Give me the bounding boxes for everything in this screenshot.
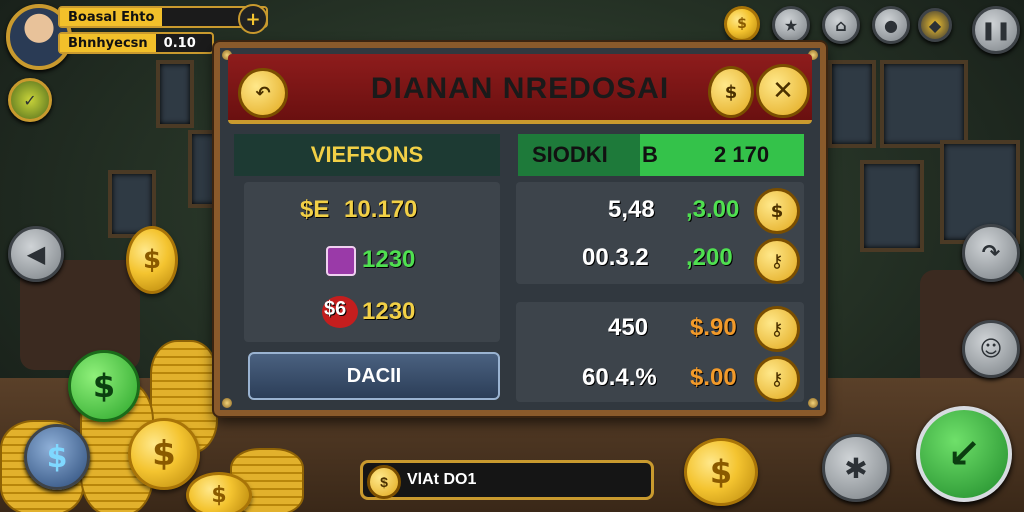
key-icon[interactable]: ⚷ — [754, 356, 800, 402]
pause-icon[interactable]: ❚❚ — [972, 6, 1020, 54]
dollar-button[interactable]: $ — [24, 424, 90, 490]
tab-right-value: 2 170 — [714, 142, 770, 167]
bottom-bar[interactable]: $ VlAt DO1 — [360, 460, 654, 500]
row-right-value: ,200 — [686, 244, 733, 271]
tab-right-label: SIODKI — [532, 142, 608, 167]
coin-icon[interactable]: $ — [754, 188, 800, 234]
stat-value: 1230 — [362, 246, 416, 273]
balance-bar: Bhnhyecsn 0.10 — [58, 32, 214, 54]
stat-label: $6 — [324, 298, 347, 320]
coin-icon[interactable]: $ — [724, 6, 760, 42]
right-stats-bottom: 450 $.90 ⚷ 60.4.% $.00 ⚷ — [516, 302, 804, 402]
row-left-value: 5,48 — [608, 196, 655, 223]
coin-icon: $ — [128, 418, 200, 490]
badge-icon[interactable]: ★ — [772, 6, 810, 44]
row-right-value: $.00 — [690, 364, 737, 391]
confirm-button[interactable]: ↙ — [916, 406, 1012, 502]
row-right-value: ,3.00 — [686, 196, 740, 223]
wall-poster — [828, 60, 876, 148]
stat-value: 10.170 — [344, 196, 418, 223]
wall-poster — [860, 160, 924, 252]
wall-poster — [880, 60, 968, 148]
curve-arrow-button[interactable]: ↷ — [962, 224, 1020, 282]
balance-value: 0.10 — [163, 35, 196, 51]
card-icon — [326, 246, 356, 276]
rivet — [808, 398, 818, 408]
rivet — [222, 398, 232, 408]
left-arrow-button[interactable]: ◀ — [8, 226, 64, 282]
badge-icon[interactable]: ✓ — [8, 78, 52, 122]
wall-poster — [156, 60, 194, 128]
coin-icon: $ — [708, 66, 754, 118]
bottom-bar-label: VlAt DO1 — [407, 471, 477, 488]
character-button[interactable]: ☺ — [962, 320, 1020, 378]
shield-coin-icon[interactable]: ◆ — [918, 8, 952, 42]
player-name: Boasal Ehto — [60, 8, 163, 26]
main-panel: ↶ DIANAN NREDOSAI $ ✕ VIEFRONS SIODKI B … — [214, 42, 826, 416]
tab-left[interactable]: VIEFRONS — [234, 134, 500, 176]
settings-button[interactable]: ✱ — [822, 434, 890, 502]
panel-header: ↶ DIANAN NREDOSAI $ ✕ — [228, 54, 812, 124]
add-currency-button[interactable]: + — [238, 4, 268, 34]
left-stats-box: $E 10.170 1230 $6 1230 — [244, 182, 500, 342]
row-left-value: 00.3.2 — [582, 244, 649, 271]
gamepad-icon[interactable]: ● — [872, 6, 910, 44]
home-icon[interactable]: ⌂ — [822, 6, 860, 44]
coin-icon: $ — [186, 472, 252, 512]
key-icon[interactable]: ⚷ — [754, 306, 800, 352]
key-icon[interactable]: ⚷ — [754, 238, 800, 284]
balance-label: Bhnhyecsn — [60, 34, 156, 52]
green-coin-icon: $ — [68, 350, 140, 422]
row-left-value: 60.4.% — [582, 364, 657, 391]
dacii-button[interactable]: DACII — [248, 352, 500, 400]
row-right-value: $.90 — [690, 314, 737, 341]
tab-right-letter: B — [642, 142, 658, 167]
player-name-bar: Boasal Ehto — [58, 6, 268, 28]
tab-right[interactable]: SIODKI B 2 170 — [518, 134, 804, 176]
coin-icon: $ — [126, 226, 178, 294]
stat-label: $E — [300, 196, 330, 223]
close-button[interactable]: ✕ — [756, 64, 810, 118]
coin-icon: $ — [367, 465, 401, 499]
stat-value: 1230 — [362, 298, 416, 325]
right-stats-top: 5,48 ,3.00 $ 00.3.2 ,200 ⚷ — [516, 182, 804, 284]
coin-icon: $ — [684, 438, 758, 506]
row-left-value: 450 — [608, 314, 649, 341]
